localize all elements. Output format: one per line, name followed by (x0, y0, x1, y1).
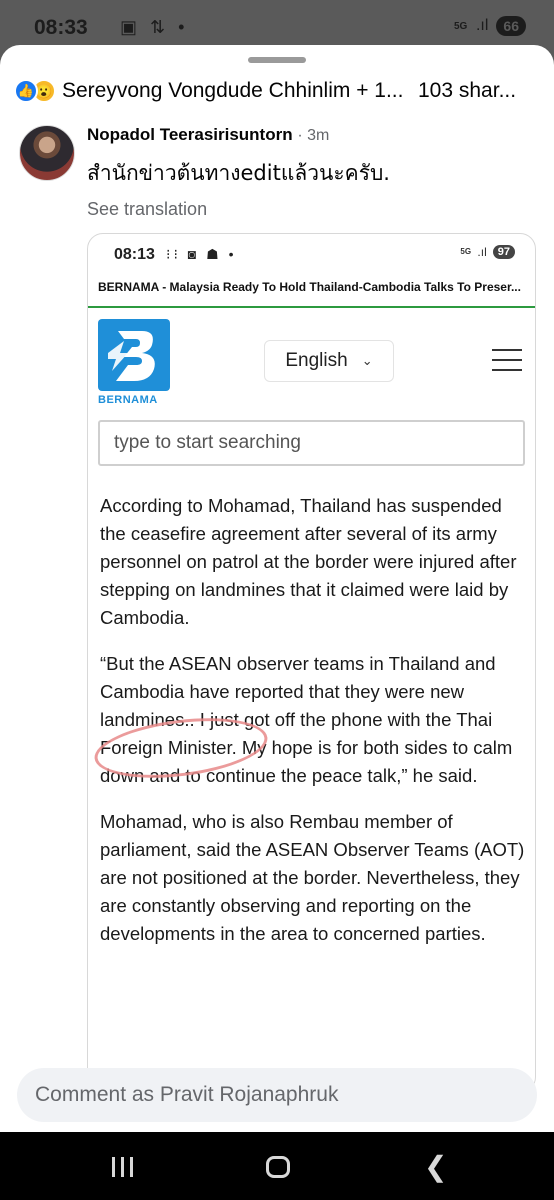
reactions-summary[interactable]: 👍 😮 Sereyvong Vongdude Chhinlim + 1... 1… (14, 75, 544, 107)
recents-icon[interactable] (112, 1157, 136, 1177)
embedded-notification-icons: ⁝⁝ ◙ ☗ • (166, 246, 237, 262)
search-input[interactable]: type to start searching (98, 420, 525, 466)
status-time: 08:33 (34, 16, 88, 39)
reaction-names[interactable]: Sereyvong Vongdude Chhinlim + 1... (62, 79, 406, 103)
back-icon[interactable]: ❮ (424, 1150, 447, 1183)
comment-timestamp: · 3m (297, 127, 330, 144)
embedded-status-time: 08:13 (114, 246, 155, 263)
chevron-down-icon: ⌄ (361, 353, 373, 368)
embedded-page-title: BERNAMA - Malaysia Ready To Hold Thailan… (98, 280, 521, 294)
language-label: English (285, 350, 348, 371)
article-paragraph: Mohamad, who is also Rembau member of pa… (100, 811, 525, 944)
signal-icon: .ıl (475, 17, 489, 34)
article-paragraph: According to Mohamad, Thailand has suspe… (100, 495, 517, 628)
comments-sheet: 👍 😮 Sereyvong Vongdude Chhinlim + 1... 1… (0, 45, 554, 1132)
embedded-signal-icon: .ıl (477, 245, 487, 259)
comment-image[interactable]: 08:13 ⁝⁝ ◙ ☗ • 5G .ıl 97 BERNAMA - Malay… (87, 233, 536, 1093)
navigation-bar: ❮ (0, 1132, 554, 1200)
battery-icon: 66 (496, 16, 526, 36)
divider (88, 306, 535, 308)
language-selector[interactable]: English ⌄ (264, 340, 394, 382)
author-name[interactable]: Nopadol Teerasirisuntorn (87, 125, 293, 144)
status-bar: 08:33 ▣ ⇅ • 5G .ıl 66 (0, 0, 554, 50)
comment-text: สำนักข่าวต้นทางeditแล้วนะครับ. (87, 161, 390, 185)
embedded-network-icon: 5G (460, 247, 472, 256)
embedded-status-bar: 08:13 ⁝⁝ ◙ ☗ • 5G .ıl 97 (88, 234, 535, 272)
bernama-logo-icon (98, 319, 170, 391)
embedded-battery-icon: 97 (492, 245, 515, 259)
bernama-logo-text: BERNAMA (98, 394, 158, 406)
comment-input[interactable]: Comment as Pravit Rojanaphruk (17, 1068, 537, 1122)
share-count[interactable]: 103 shar... (418, 79, 516, 103)
avatar[interactable] (19, 125, 75, 181)
like-reaction-icon: 👍 (14, 79, 38, 103)
comment-author[interactable]: Nopadol Teerasirisuntorn · 3m (87, 125, 329, 145)
notification-icons: ▣ ⇅ • (120, 17, 189, 37)
sheet-drag-handle[interactable] (248, 57, 306, 63)
home-icon[interactable] (266, 1156, 290, 1178)
menu-icon[interactable] (492, 349, 522, 373)
see-translation-link[interactable]: See translation (87, 199, 207, 220)
network-icon: 5G (453, 20, 468, 32)
